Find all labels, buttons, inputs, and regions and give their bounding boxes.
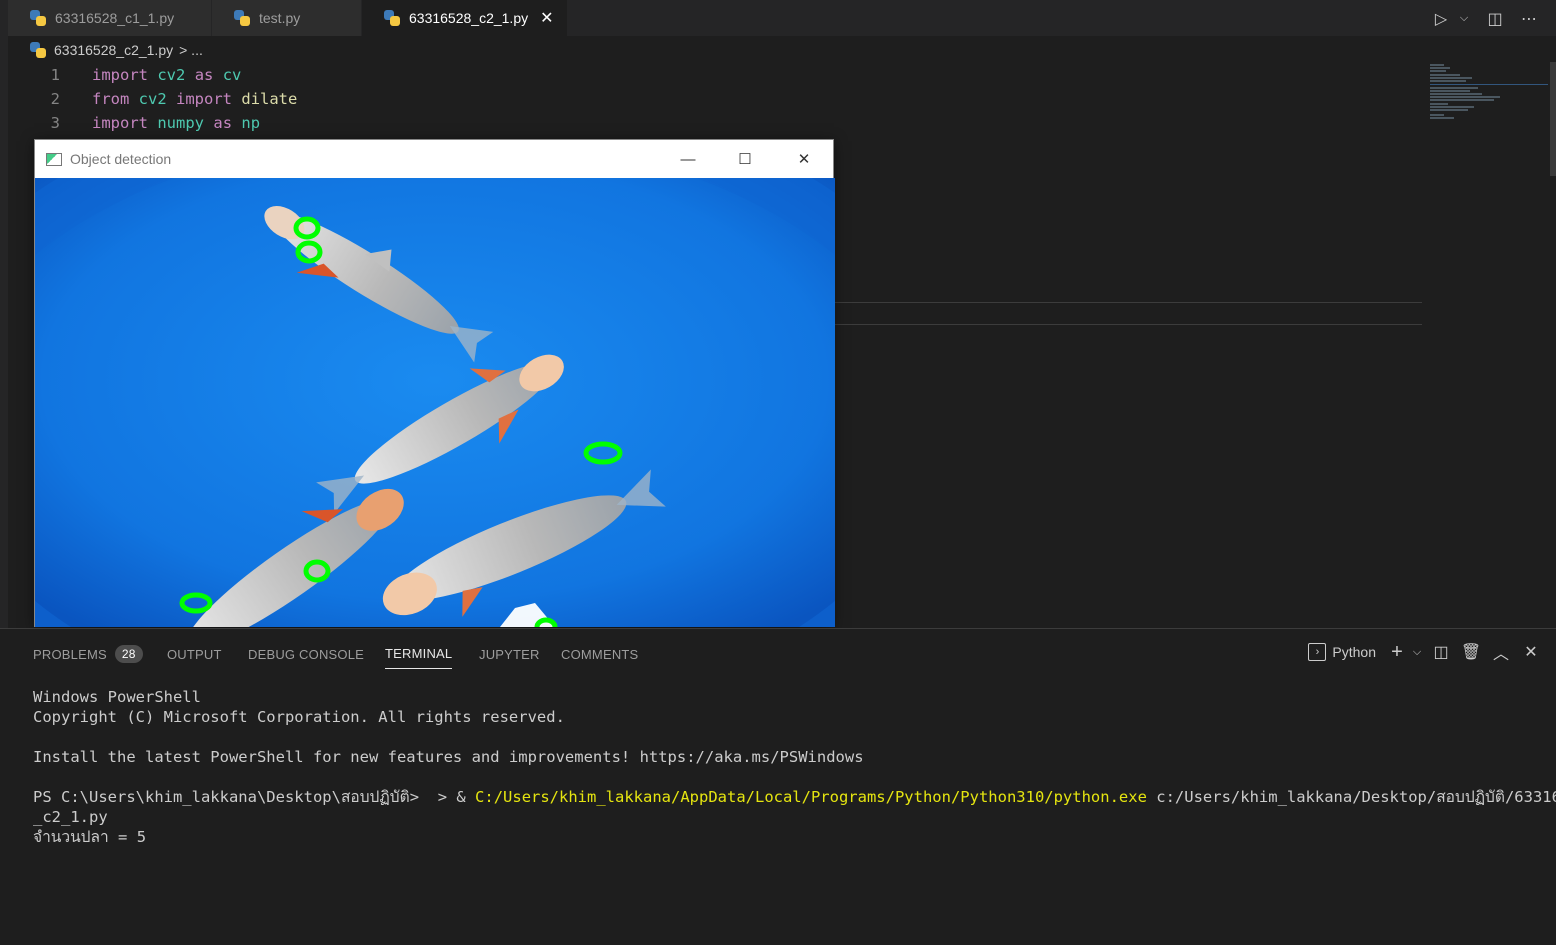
code-line: 3 import numpy as np: [0, 111, 260, 135]
run-icon[interactable]: ▷: [1426, 3, 1456, 33]
code-token: numpy: [157, 114, 205, 132]
tab-comments[interactable]: COMMENTS: [561, 639, 638, 669]
python-file-icon: [30, 42, 46, 58]
code-token: as: [194, 66, 214, 84]
python-exe-path: C:/Users/khim_lakkana/AppData/Local/Prog…: [475, 788, 1147, 806]
code-line: 2 from cv2 import dilate: [0, 87, 298, 111]
breadcrumb-rest[interactable]: > ...: [179, 42, 203, 58]
editor-divider: [834, 324, 1422, 325]
window-title: Object detection: [70, 151, 172, 167]
code-token: import: [92, 114, 148, 132]
code-text: import cv2 as cv: [92, 66, 241, 84]
tab-label: 63316528_c2_1.py: [409, 10, 529, 26]
split-editor-icon[interactable]: ◫: [1480, 3, 1510, 33]
chevron-down-icon[interactable]: ⌵: [1456, 3, 1472, 33]
terminal-icon: ›: [1308, 643, 1327, 661]
breadcrumb-file[interactable]: 63316528_c2_1.py: [54, 42, 173, 58]
new-terminal-icon[interactable]: +: [1386, 639, 1408, 665]
script-path: c:/Users/khim_lakkana/Desktop/สอบปฏิบัติ…: [1146, 788, 1556, 806]
bottom-panel: PROBLEMS 28 OUTPUT DEBUG CONSOLE TERMINA…: [0, 628, 1556, 945]
tab-label: test.py: [259, 10, 301, 26]
tab-test[interactable]: test.py: [212, 0, 362, 36]
close-panel-icon[interactable]: ✕: [1516, 639, 1546, 665]
chevron-down-icon[interactable]: ⌵: [1408, 639, 1426, 665]
tab-problems[interactable]: PROBLEMS 28: [33, 639, 143, 669]
python-file-icon: [384, 10, 400, 26]
editor-scrollbar[interactable]: [1548, 62, 1556, 628]
fish-count-result: จำนวนปลา = 5: [33, 828, 147, 846]
tab-label: JUPYTER: [479, 646, 540, 662]
editor-tab-bar: 63316528_c1_1.py test.py 63316528_c2_1.p…: [0, 0, 1556, 36]
window-title-bar[interactable]: Object detection — ☐ ✕: [35, 140, 833, 178]
object-detection-window[interactable]: Object detection — ☐ ✕: [34, 139, 835, 627]
close-icon[interactable]: ✕: [540, 8, 553, 28]
breadcrumb: 63316528_c2_1.py > ...: [30, 38, 203, 62]
line-number: 1: [50, 66, 60, 84]
tab-debug-console[interactable]: DEBUG CONSOLE: [248, 639, 364, 669]
shell-label[interactable]: Python: [1332, 644, 1376, 660]
tab-label: OUTPUT: [167, 646, 222, 662]
terminal-actions: › Python + ⌵ ◫ 🗑 ︿ ✕: [1308, 639, 1546, 665]
maximize-button[interactable]: ☐: [722, 140, 768, 178]
terminal-output[interactable]: Windows PowerShell Copyright (C) Microso…: [33, 687, 1556, 847]
code-token: cv2: [157, 66, 186, 84]
koi-pond-image: [35, 178, 835, 627]
tab-label: COMMENTS: [561, 646, 639, 662]
app-icon: [46, 152, 62, 166]
code-token: cv: [222, 66, 242, 84]
trash-icon[interactable]: 🗑: [1456, 639, 1486, 665]
code-token: cv2: [138, 90, 167, 108]
python-file-icon: [30, 10, 46, 26]
line-number: 3: [50, 114, 60, 132]
minimize-button[interactable]: —: [665, 140, 711, 178]
minimap[interactable]: [1426, 62, 1548, 628]
editor-divider: [834, 302, 1422, 303]
line-number: 2: [50, 90, 60, 108]
more-actions-icon[interactable]: ⋯: [1514, 3, 1544, 33]
terminal-prompt: PS C:\Users\khim_lakkana\Desktop\สอบปฏิบ…: [33, 788, 476, 806]
python-file-icon: [234, 10, 250, 26]
code-text: from cv2 import dilate: [92, 90, 297, 108]
tab-label: TERMINAL: [385, 646, 453, 661]
problems-count-badge: 28: [114, 645, 143, 663]
tab-63316528-c1-1[interactable]: 63316528_c1_1.py: [8, 0, 212, 36]
tab-label: PROBLEMS: [33, 646, 107, 662]
code-token: import: [176, 90, 233, 108]
tab-terminal[interactable]: TERMINAL: [385, 639, 453, 669]
script-path-continued: _c2_1.py: [33, 808, 108, 826]
code-line: 1 import cv2 as cv: [0, 63, 242, 87]
maximize-panel-icon[interactable]: ︿: [1486, 639, 1516, 665]
tab-63316528-c2-1[interactable]: 63316528_c2_1.py ✕: [362, 0, 568, 36]
tab-label: DEBUG CONSOLE: [248, 646, 365, 662]
tab-jupyter[interactable]: JUPYTER: [479, 639, 540, 669]
close-window-button[interactable]: ✕: [781, 140, 827, 178]
terminal-line: Windows PowerShell: [33, 688, 201, 706]
terminal-line: Copyright (C) Microsoft Corporation. All…: [33, 708, 565, 726]
code-token: dilate: [241, 90, 298, 108]
tab-output[interactable]: OUTPUT: [167, 639, 222, 669]
code-token: from: [92, 90, 130, 108]
code-token: as: [213, 114, 233, 132]
terminal-line: Install the latest PowerShell for new fe…: [33, 748, 864, 766]
code-text: import numpy as np: [92, 114, 260, 132]
code-token: np: [241, 114, 261, 132]
detection-image: [35, 178, 835, 627]
split-terminal-icon[interactable]: ◫: [1426, 639, 1456, 665]
tab-label: 63316528_c1_1.py: [55, 10, 175, 26]
code-token: import: [92, 66, 148, 84]
